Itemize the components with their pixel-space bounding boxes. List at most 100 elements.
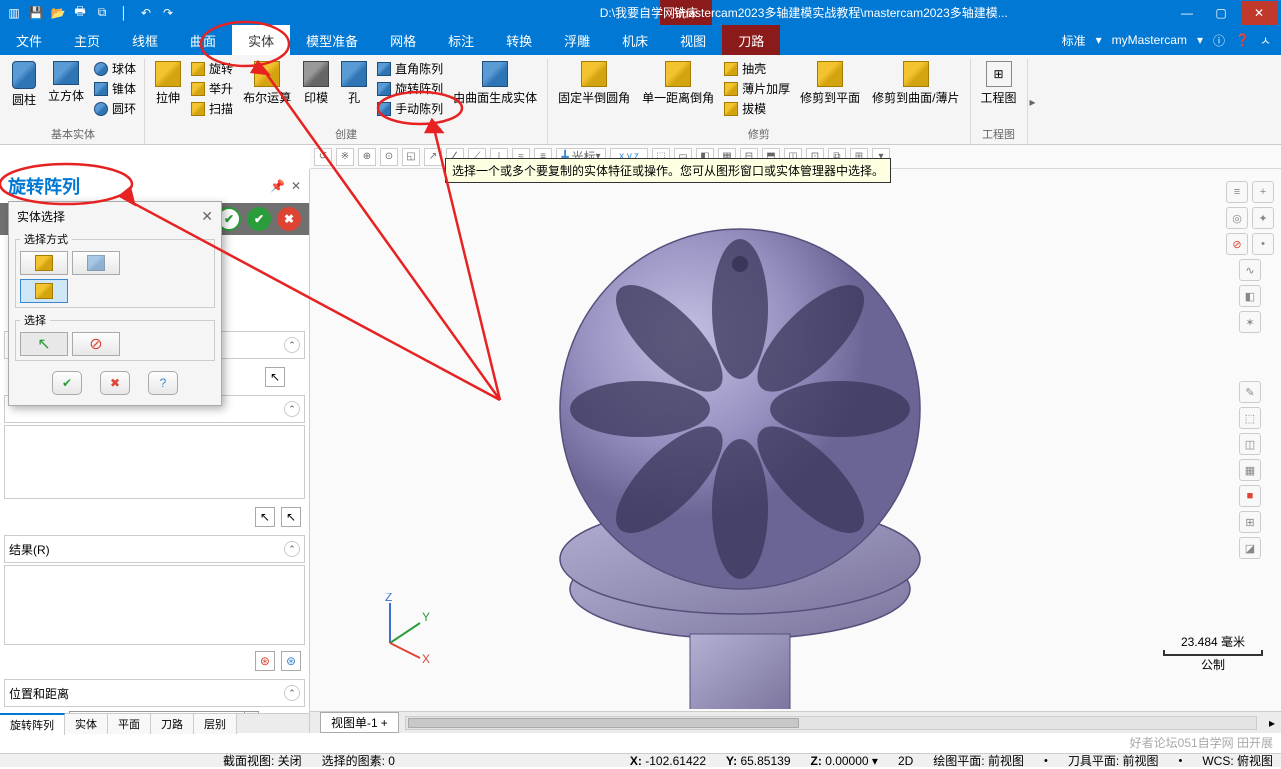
draft-button[interactable]: 拔模 — [722, 99, 792, 118]
tool-a-icon[interactable]: ↖ — [255, 507, 275, 527]
extrude-button[interactable]: 拉伸 — [151, 59, 185, 124]
drawing-button[interactable]: ⊞工程图 — [977, 59, 1021, 124]
menu-solid[interactable]: 实体 — [232, 25, 290, 55]
cancel-button[interactable]: ✖ — [277, 207, 301, 231]
menu-toolpath[interactable]: 刀路 — [722, 25, 780, 55]
giz-tool-icon[interactable]: ▦ — [1239, 459, 1261, 481]
menu-transform[interactable]: 转换 — [490, 25, 548, 55]
sweep-button[interactable]: 扫描 — [189, 99, 235, 118]
sel-reset-icon[interactable]: ↺ — [314, 148, 332, 166]
menu-home[interactable]: 主页 — [58, 25, 116, 55]
mode-option-1[interactable] — [20, 251, 68, 275]
undo-icon[interactable]: ↶ — [138, 5, 154, 21]
status-plane[interactable]: 绘图平面: 前视图 — [933, 752, 1024, 769]
ok-button[interactable]: ✔ — [247, 207, 271, 231]
caret-icon[interactable]: ▾ — [1197, 33, 1203, 47]
giz-tool-icon[interactable]: ✎ — [1239, 381, 1261, 403]
sel-icon[interactable]: ※ — [336, 148, 354, 166]
cylinder-button[interactable]: 圆柱 — [8, 59, 40, 124]
caret-icon[interactable]: ▾ — [1096, 33, 1102, 47]
menu-surface[interactable]: 曲面 — [174, 25, 232, 55]
print-icon[interactable]: 🖶 — [72, 5, 88, 21]
maximize-button[interactable]: ▢ — [1207, 1, 1235, 25]
popup-help-button[interactable]: ? — [148, 371, 178, 395]
giz-plus-icon[interactable]: + — [1252, 181, 1274, 203]
pin-icon[interactable]: 📌 — [270, 179, 285, 193]
fillet-button[interactable]: 固定半倒圆角 — [554, 59, 634, 124]
surface-to-solid-button[interactable]: 由曲面生成实体 — [449, 59, 541, 124]
giz-tool-icon[interactable]: ⬚ — [1239, 407, 1261, 429]
sel-icon[interactable]: ◱ — [402, 148, 420, 166]
giz-forbid-icon[interactable]: ⊘ — [1226, 233, 1248, 255]
horizontal-scrollbar[interactable] — [405, 716, 1257, 730]
popup-cancel-button[interactable]: ✖ — [100, 371, 130, 395]
stamp-button[interactable]: 印模 — [299, 59, 333, 124]
mode-option-3[interactable] — [20, 279, 68, 303]
rotate-array-button[interactable]: 旋转阵列 — [375, 79, 445, 98]
results-header[interactable]: 结果(R) ⌃ — [4, 535, 305, 563]
screenshot-icon[interactable]: ⧉ — [94, 5, 110, 21]
select-forbid-button[interactable]: ⊘ — [72, 332, 120, 356]
manual-array-button[interactable]: 手动陈列 — [375, 99, 445, 118]
status-tool-plane[interactable]: 刀具平面: 前视图 — [1068, 752, 1159, 769]
viewport[interactable]: Z Y X 23.484 毫米 公制 ≡+ ◎✦ ⊘• ∿ ◧ ✶ ✎ ⬚ ◫ … — [310, 169, 1281, 733]
trim-surface-button[interactable]: 修剪到曲面/薄片 — [868, 59, 963, 124]
menu-relief[interactable]: 浮雕 — [548, 25, 606, 55]
menu-modelprep[interactable]: 模型准备 — [290, 25, 374, 55]
cube-button[interactable]: 立方体 — [44, 59, 88, 124]
select-pick-button[interactable]: ↖ — [20, 332, 68, 356]
boolean-button[interactable]: 布尔运算 — [239, 59, 295, 124]
menu-file[interactable]: 文件 — [0, 25, 58, 55]
pick-tool-icon[interactable]: ↖ — [265, 367, 285, 387]
pos-dist-header[interactable]: 位置和距离 ⌃ — [4, 679, 305, 707]
status-wcs[interactable]: WCS: 俯视图 — [1202, 752, 1273, 769]
giz-bolt-icon[interactable]: ✦ — [1252, 207, 1274, 229]
open-icon[interactable]: 📂 — [50, 5, 66, 21]
sel-icon[interactable]: ⊙ — [380, 148, 398, 166]
settings-icon[interactable]: ❓ — [1235, 33, 1250, 47]
view-tab[interactable]: 视图单-1 + — [320, 712, 399, 733]
giz-axes-icon[interactable]: ✶ — [1239, 311, 1261, 333]
ribbon-scroll-right[interactable]: ▸ — [1028, 59, 1038, 144]
thicken-button[interactable]: 薄片加厚 — [722, 79, 792, 98]
chamfer-button[interactable]: 单一距离倒角 — [638, 59, 718, 124]
results-tool-2-icon[interactable]: ⊛ — [281, 651, 301, 671]
giz-tool-icon[interactable]: ■ — [1239, 485, 1261, 507]
popup-close-icon[interactable]: ✕ — [201, 208, 213, 225]
menu-wireframe[interactable]: 线框 — [116, 25, 174, 55]
close-panel-icon[interactable]: ✕ — [291, 179, 301, 193]
save-icon[interactable]: 💾 — [28, 5, 44, 21]
menu-mesh[interactable]: 网格 — [374, 25, 432, 55]
menu-view[interactable]: 视图 — [664, 25, 722, 55]
giz-tool-icon[interactable]: ◪ — [1239, 537, 1261, 559]
minimize-button[interactable]: — — [1173, 1, 1201, 25]
status-mode[interactable]: 2D — [898, 754, 913, 768]
giz-layers-icon[interactable]: ≡ — [1226, 181, 1248, 203]
new-icon[interactable]: ▥ — [6, 5, 22, 21]
sel-icon[interactable]: ⊕ — [358, 148, 376, 166]
giz-dot-icon[interactable]: • — [1252, 233, 1274, 255]
standard-label[interactable]: 标准 — [1062, 32, 1086, 49]
shell-button[interactable]: 抽壳 — [722, 59, 792, 78]
caret-up-icon[interactable]: ⌃ — [284, 541, 300, 557]
mode-option-2[interactable] — [72, 251, 120, 275]
lift-button[interactable]: 举升 — [189, 79, 235, 98]
cone-button[interactable]: 锥体 — [92, 79, 138, 98]
tab-layer[interactable]: 层别 — [194, 714, 237, 734]
giz-target-icon[interactable]: ◎ — [1226, 207, 1248, 229]
giz-curve-icon[interactable]: ∿ — [1239, 259, 1261, 281]
redo-icon[interactable]: ↷ — [160, 5, 176, 21]
popup-ok-button[interactable]: ✔ — [52, 371, 82, 395]
sel-icon[interactable]: ↗ — [424, 148, 442, 166]
close-button[interactable]: ✕ — [1241, 1, 1277, 25]
mymastercam-label[interactable]: myMastercam — [1112, 33, 1187, 47]
tab-plane[interactable]: 平面 — [108, 714, 151, 734]
tab-rotate-array[interactable]: 旋转阵列 — [0, 713, 65, 735]
tool-b-icon[interactable]: ↖ — [281, 507, 301, 527]
tab-solid[interactable]: 实体 — [65, 714, 108, 734]
sphere-button[interactable]: 球体 — [92, 59, 138, 78]
caret-up-icon[interactable]: ⌃ — [284, 685, 300, 701]
rotate-button[interactable]: 旋转 — [189, 59, 235, 78]
giz-cube-icon[interactable]: ◧ — [1239, 285, 1261, 307]
results-tool-1-icon[interactable]: ⊛ — [255, 651, 275, 671]
